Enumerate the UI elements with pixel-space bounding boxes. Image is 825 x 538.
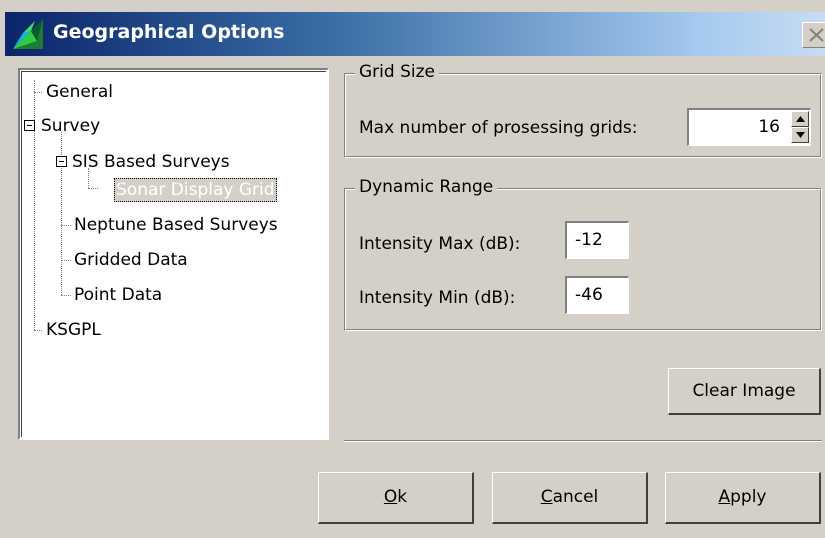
- tree-item-ksgpl[interactable]: KSGPL: [46, 318, 101, 342]
- close-icon: [809, 28, 824, 42]
- tree-line: [34, 80, 35, 330]
- ok-label: k: [397, 487, 408, 507]
- max-grids-value: 16: [758, 117, 780, 137]
- spin-down-button[interactable]: [791, 127, 809, 143]
- cancel-mnemonic: C: [540, 487, 553, 507]
- app-icon: [13, 19, 43, 49]
- tree-line: [34, 330, 42, 331]
- dynamic-range-title: Dynamic Range: [355, 177, 498, 197]
- tree-line: [61, 260, 71, 261]
- tree-item-survey[interactable]: Survey: [41, 114, 100, 138]
- max-grids-label: Max number of prosessing grids:: [359, 118, 638, 138]
- tree-line: [34, 92, 42, 93]
- tree-line: [61, 225, 71, 226]
- ok-mnemonic: O: [383, 487, 398, 507]
- separator: [344, 440, 822, 442]
- collapse-survey-icon[interactable]: [24, 120, 35, 131]
- apply-label: pply: [730, 487, 767, 507]
- tree-item-neptune-based-surveys[interactable]: Neptune Based Surveys: [74, 213, 278, 237]
- title-bar[interactable]: Geographical Options: [5, 12, 825, 56]
- ok-button[interactable]: Ok: [318, 472, 474, 524]
- max-grids-spinner[interactable]: 16: [687, 108, 811, 146]
- intensity-min-input[interactable]: -46: [565, 276, 629, 314]
- intensity-max-input[interactable]: -12: [565, 221, 629, 259]
- cancel-button[interactable]: Cancel: [492, 472, 648, 524]
- tree-item-sonar-display-grid[interactable]: Sonar Display Grid: [114, 178, 277, 202]
- tree-line: [61, 295, 71, 296]
- grid-size-group: Grid Size Max number of prosessing grids…: [344, 62, 822, 158]
- close-button[interactable]: [802, 22, 825, 48]
- geographical-options-dialog: Geographical Options General Survey SIS …: [0, 0, 825, 538]
- arrow-up-icon: [796, 116, 805, 122]
- cancel-label: ancel: [552, 487, 599, 507]
- tree-item-point-data[interactable]: Point Data: [74, 283, 162, 307]
- spin-up-button[interactable]: [791, 111, 809, 127]
- intensity-max-label: Intensity Max (dB):: [359, 234, 521, 254]
- clear-image-button[interactable]: Clear Image: [668, 368, 821, 415]
- arrow-down-icon: [796, 132, 805, 138]
- tree-item-general[interactable]: General: [46, 80, 113, 104]
- window-title: Geographical Options: [53, 21, 285, 43]
- apply-mnemonic: A: [718, 487, 731, 507]
- intensity-min-label: Intensity Min (dB):: [359, 288, 516, 308]
- apply-button[interactable]: Apply: [665, 472, 821, 524]
- dynamic-range-group: Dynamic Range Intensity Max (dB): -12 In…: [344, 177, 822, 331]
- tree-inner: General Survey SIS Based Surveys Sonar D…: [21, 71, 326, 437]
- spinner-buttons: [791, 111, 809, 143]
- tree-line: [88, 188, 98, 189]
- tree-item-gridded-data[interactable]: Gridded Data: [74, 248, 188, 272]
- grid-size-title: Grid Size: [355, 62, 439, 82]
- collapse-sis-icon[interactable]: [56, 156, 67, 167]
- tree-item-sis-based-surveys[interactable]: SIS Based Surveys: [72, 150, 230, 174]
- options-tree[interactable]: General Survey SIS Based Surveys Sonar D…: [18, 68, 329, 440]
